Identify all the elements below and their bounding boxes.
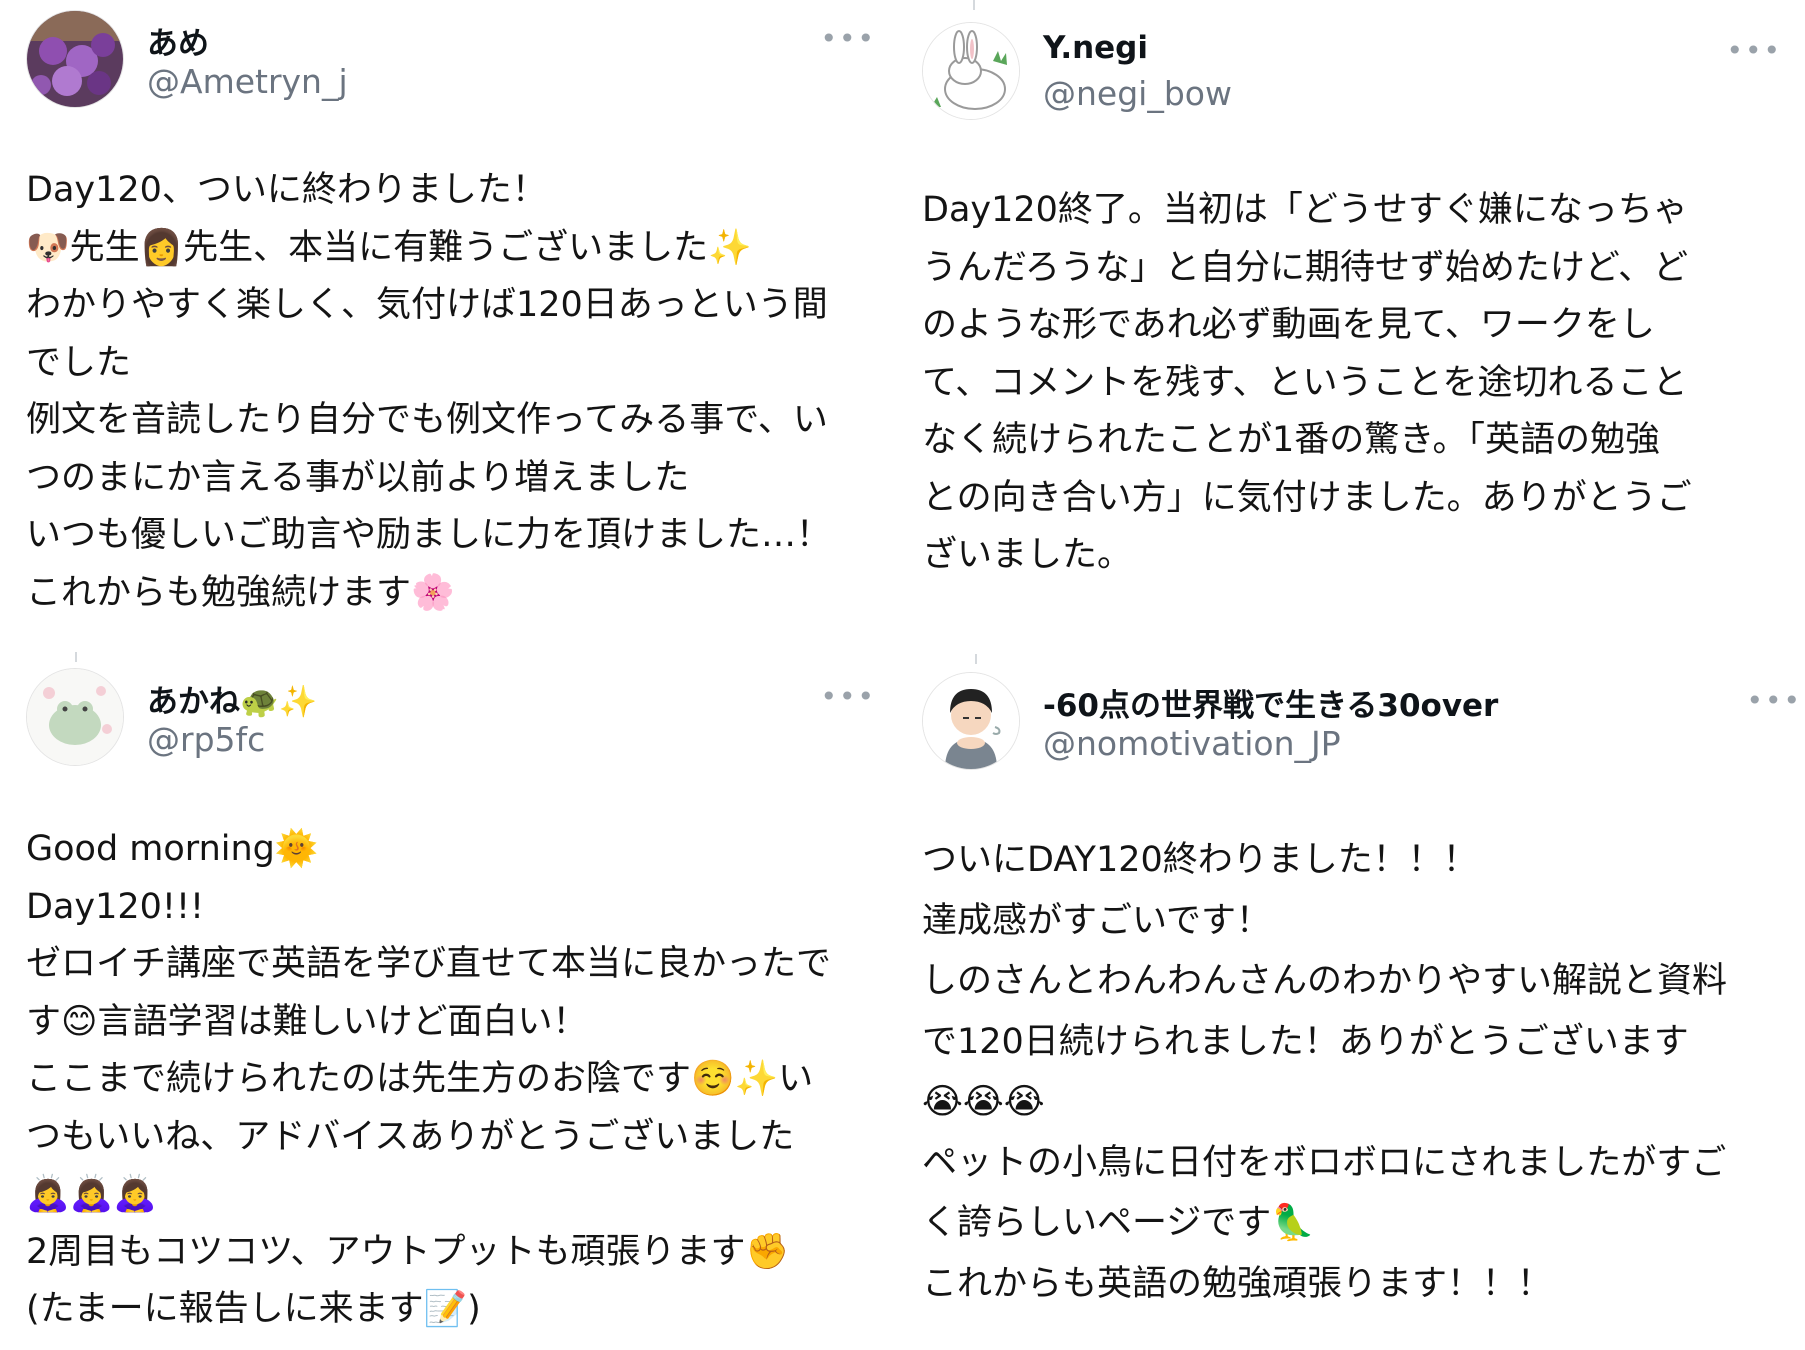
tweet-text-line: く誇らしいページです🦜	[922, 1203, 1315, 1243]
tweet-text-line: いつも優しいご助言や励ましに力を頂けました…！	[26, 515, 832, 555]
tweet-text-line: でした	[26, 342, 132, 383]
more-options-icon[interactable]: •••	[1726, 34, 1782, 67]
tweet-text-line: 🙇‍♀️🙇‍♀️🙇‍♀️	[26, 1174, 157, 1214]
tweet-text-line: つのまにか言える事が以前より増えました	[26, 457, 690, 498]
tweet-text: Day120終了。当初は「どうせすぐ嫌になっちゃ うんだろうな」と自分に期待せず…	[922, 182, 1782, 585]
avatar[interactable]	[922, 22, 1020, 120]
tweet-text-line: 🐶先生👩先生、本当に有難うございました✨	[26, 227, 752, 268]
tweet-text-line: ゼロイチ講座で英語を学び直せて本当に良かったで	[26, 944, 832, 984]
tweet-text: Good morning🌞 Day120!!! ゼロイチ講座で英語を学び直せて本…	[26, 821, 876, 1339]
thread-connector	[75, 652, 77, 662]
thread-connector	[973, 0, 975, 10]
tweet-text-line: す😊言語学習は難しいけど面白い！	[26, 1001, 588, 1042]
tweet-text-line: 例文を音読したり自分でも例文作ってみる事で、い	[26, 400, 828, 440]
tweet-text-line: ここまで続けられたのは先生方のお陰です☺️✨い	[26, 1059, 814, 1099]
tweet-text-line: つもいいね、アドバイスありがとうございました	[26, 1116, 795, 1157]
tweet-text-line: Day120!!!	[26, 886, 205, 927]
tweet-text-line: 達成感がすごいです！	[922, 900, 1271, 941]
tweet-text-line: わかりやすく楽しく、気付けば120日あっという間	[26, 285, 828, 325]
tweet-text-line: (たまーに報告しに来ます📝)	[26, 1289, 481, 1329]
tweet-text: ついにDAY120終わりました！！！ 達成感がすごいです！ しのさんとわんわんさ…	[922, 830, 1802, 1314]
tweet-text-line: なく続けられたことが1番の驚き。「英語の勉強	[922, 420, 1661, 460]
display-name[interactable]: あかね🐢✨	[147, 676, 317, 721]
avatar[interactable]	[922, 672, 1020, 770]
display-name[interactable]: あめ	[147, 18, 209, 63]
tweet-text-line: これからも英語の勉強頑張ります！！！	[922, 1263, 1553, 1304]
more-options-icon[interactable]: •••	[1746, 684, 1802, 717]
white-rabbit-illustration-avatar-icon	[923, 23, 1019, 119]
tweet-card[interactable]: Y.negi @negi_bow ••• Day120終了。当初は「どうせすぐ嫌…	[922, 22, 1782, 585]
tweet-text: Day120、ついに終わりました！ 🐶先生👩先生、本当に有難うございました✨ わ…	[26, 162, 876, 622]
tired-person-illustration-avatar-icon	[923, 673, 1019, 769]
tweet-card[interactable]: -60点の世界戦で生きる30over @nomotivation_JP ••• …	[922, 672, 1802, 1314]
user-handle[interactable]: @Ametryn_j	[147, 62, 348, 101]
tweet-text-line: 2周目もコツコツ、アウトプットも頑張ります✊	[26, 1231, 790, 1272]
tweet-card[interactable]: あめ @Ametryn_j ••• Day120、ついに終わりました！ 🐶先生👩…	[26, 10, 876, 622]
display-name[interactable]: -60点の世界戦で生きる30over	[1043, 680, 1498, 725]
avatar[interactable]	[26, 10, 124, 108]
tweet-text-line: のような形であれ必ず動画を見て、ワークをし	[922, 305, 1655, 345]
tweet-text-line: うんだろうな」と自分に期待せず始めたけど、ど	[922, 247, 1689, 288]
more-options-icon[interactable]: •••	[820, 680, 876, 713]
tweet-card[interactable]: あかね🐢✨ @rp5fc ••• Good morning🌞 Day120!!!…	[26, 668, 876, 1339]
tweet-text-line: で120日続けられました！ありがとうございます	[922, 1021, 1689, 1062]
more-options-icon[interactable]: •••	[820, 22, 876, 55]
display-name[interactable]: Y.negi	[1043, 30, 1148, 66]
tweet-text-line: との向き合い方」に気付けました。ありがとうご	[922, 477, 1692, 518]
tweet-header: -60点の世界戦で生きる30over @nomotivation_JP •••	[922, 672, 1802, 782]
avatar[interactable]	[26, 668, 124, 766]
tweet-text-line: これからも勉強続けます🌸	[26, 572, 455, 613]
tweet-header: あかね🐢✨ @rp5fc •••	[26, 668, 876, 778]
tweet-text-line: 😭😭😭	[922, 1082, 1045, 1122]
user-handle[interactable]: @negi_bow	[1043, 74, 1232, 113]
tweet-text-line: ペットの小鳥に日付をボロボロにされましたがすご	[922, 1142, 1727, 1183]
tweet-text-line: ついにDAY120終わりました！！！	[922, 840, 1478, 880]
tweet-text-line: Day120終了。当初は「どうせすぐ嫌になっちゃ	[922, 190, 1688, 230]
user-handle[interactable]: @rp5fc	[147, 720, 265, 759]
thread-connector	[975, 654, 977, 664]
tweet-text-line: Good morning🌞	[26, 829, 319, 869]
purple-flower-photo-avatar-icon	[27, 11, 123, 107]
tweet-text-line: て、コメントを残す、ということを途切れること	[922, 362, 1688, 403]
tweet-header: Y.negi @negi_bow •••	[922, 22, 1782, 132]
green-frog-illustration-avatar-icon	[27, 669, 123, 765]
tweet-text-line: ざいました。	[922, 535, 1133, 575]
tweet-text-line: しのさんとわんわんさんのわかりやすい解説と資料	[922, 961, 1728, 1001]
user-handle[interactable]: @nomotivation_JP	[1043, 724, 1341, 763]
tweet-text-line: Day120、ついに終わりました！	[26, 170, 547, 210]
tweet-header: あめ @Ametryn_j •••	[26, 10, 876, 120]
